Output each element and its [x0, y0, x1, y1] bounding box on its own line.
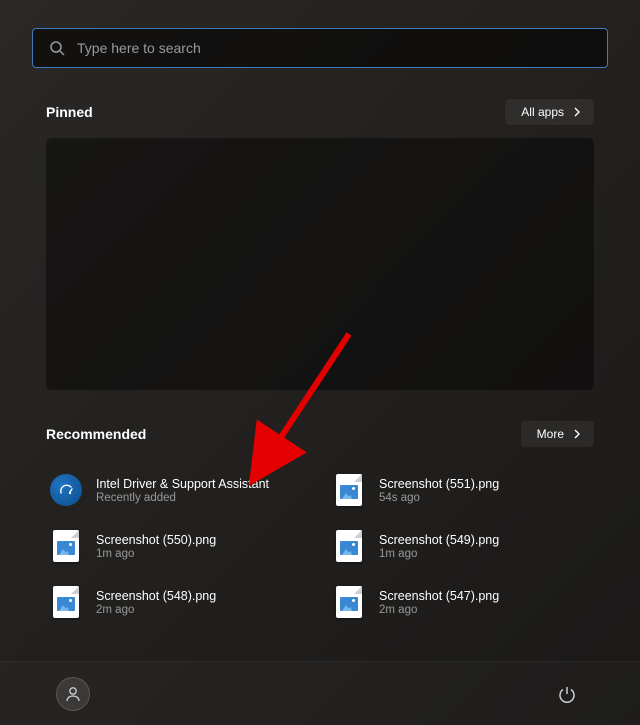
recommended-grid: Intel Driver & Support Assistant Recentl…	[0, 460, 640, 620]
recommended-item-title: Screenshot (548).png	[96, 589, 216, 603]
power-icon	[558, 685, 576, 703]
more-button[interactable]: More	[521, 421, 594, 447]
recommended-item[interactable]: Screenshot (549).png 1m ago	[329, 528, 594, 564]
search-input[interactable]	[77, 40, 591, 56]
user-icon	[64, 685, 82, 703]
file-icon	[333, 586, 365, 618]
image-file-icon	[53, 586, 79, 618]
image-file-icon	[53, 530, 79, 562]
recommended-item-title: Screenshot (550).png	[96, 533, 216, 547]
recommended-item-title: Screenshot (551).png	[379, 477, 499, 491]
recommended-item[interactable]: Screenshot (548).png 2m ago	[46, 584, 311, 620]
recommended-item-title: Intel Driver & Support Assistant	[96, 477, 269, 491]
file-icon	[333, 530, 365, 562]
search-box[interactable]	[32, 28, 608, 68]
recommended-item[interactable]: Screenshot (551).png 54s ago	[329, 472, 594, 508]
intel-icon	[50, 474, 82, 506]
recommended-item-sub: 2m ago	[379, 604, 499, 616]
recommended-item[interactable]: Screenshot (547).png 2m ago	[329, 584, 594, 620]
recommended-item-sub: 2m ago	[96, 604, 216, 616]
chevron-right-icon	[572, 429, 582, 439]
pinned-apps-area[interactable]	[46, 138, 594, 390]
file-icon	[333, 474, 365, 506]
recommended-item-sub: 54s ago	[379, 492, 499, 504]
image-file-icon	[336, 586, 362, 618]
recommended-item[interactable]: Screenshot (550).png 1m ago	[46, 528, 311, 564]
recommended-title: Recommended	[46, 426, 146, 442]
file-icon	[50, 586, 82, 618]
all-apps-button[interactable]: All apps	[505, 99, 594, 125]
search-icon	[49, 40, 65, 56]
chevron-right-icon	[572, 107, 582, 117]
image-file-icon	[336, 474, 362, 506]
recommended-item[interactable]: Intel Driver & Support Assistant Recentl…	[46, 472, 311, 508]
recommended-item-title: Screenshot (549).png	[379, 533, 499, 547]
user-account-button[interactable]	[56, 677, 90, 711]
app-icon	[50, 474, 82, 506]
pinned-title: Pinned	[46, 104, 93, 120]
recommended-item-sub: 1m ago	[96, 548, 216, 560]
recommended-item-sub: Recently added	[96, 492, 269, 504]
power-button[interactable]	[550, 677, 584, 711]
file-icon	[50, 530, 82, 562]
more-label: More	[537, 427, 564, 441]
recommended-item-title: Screenshot (547).png	[379, 589, 499, 603]
taskbar-footer	[0, 661, 640, 725]
recommended-item-sub: 1m ago	[379, 548, 499, 560]
all-apps-label: All apps	[521, 105, 564, 119]
image-file-icon	[336, 530, 362, 562]
